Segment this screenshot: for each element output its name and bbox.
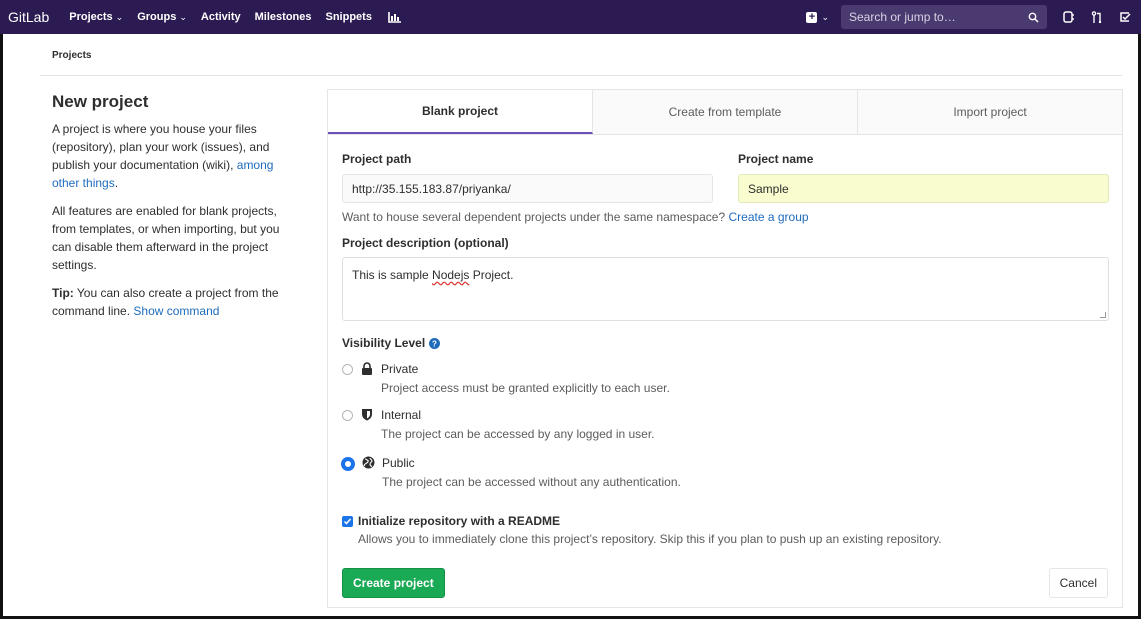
new-dropdown-button[interactable]: + ⌄	[806, 11, 829, 23]
resize-handle[interactable]	[1100, 312, 1106, 318]
visibility-option-private[interactable]: Private Project access must be granted e…	[342, 362, 670, 395]
readme-description: Allows you to immediately clone this pro…	[358, 532, 942, 546]
chart-icon[interactable]	[388, 11, 401, 23]
namespace-help-text: Want to house several dependent projects…	[342, 210, 726, 224]
create-project-button[interactable]: Create project	[342, 568, 445, 598]
intro-section: New project A project is where you house…	[52, 92, 302, 330]
search-placeholder: Search or jump to…	[849, 10, 956, 24]
project-path-field[interactable]: http://35.155.183.87/priyanka/	[342, 174, 713, 203]
visibility-level-label: Visibility Level	[342, 336, 426, 350]
cancel-button[interactable]: Cancel	[1048, 568, 1108, 598]
nav-activity[interactable]: Activity	[201, 11, 241, 23]
gitlab-logo[interactable]: GitLab	[8, 9, 49, 25]
create-group-link[interactable]: Create a group	[728, 210, 808, 224]
merge-request-icon[interactable]	[1085, 10, 1109, 24]
features-paragraph: All features are enabled for blank proje…	[52, 204, 280, 272]
chevron-down-icon: ⌄	[179, 11, 187, 22]
nav-groups-label: Groups	[137, 11, 177, 23]
nav-projects-label: Projects	[69, 11, 113, 23]
public-description: The project can be accessed without any …	[382, 475, 681, 489]
issues-icon[interactable]	[1057, 11, 1081, 23]
top-navbar: GitLab Projects ⌄ Groups ⌄ Activity Milest…	[0, 0, 1141, 34]
description-text-start: This is sample	[352, 268, 433, 282]
plus-square-icon: +	[806, 11, 818, 23]
nav-snippets[interactable]: Snippets	[326, 11, 372, 23]
nav-activity-label: Activity	[200, 11, 241, 23]
project-name-field[interactable]: Sample	[738, 174, 1109, 203]
tab-blank-project[interactable]: Blank project	[328, 90, 593, 134]
tab-import-project[interactable]: Import project	[858, 90, 1122, 134]
question-circle-icon[interactable]: ?	[429, 337, 441, 349]
chevron-down-icon: ⌄	[115, 11, 124, 22]
page-title: New project	[52, 92, 149, 111]
visibility-option-internal[interactable]: Internal The project can be accessed by …	[342, 408, 655, 441]
project-name-label: Project name	[738, 152, 814, 166]
public-radio[interactable]	[342, 458, 354, 470]
project-description-label: Project description (optional)	[342, 236, 509, 250]
public-title: Public	[382, 456, 415, 470]
namespace-help: Want to house several dependent projects…	[342, 210, 809, 224]
tip-label: Tip:	[52, 286, 74, 300]
internal-text: Internal The project can be accessed by …	[381, 408, 655, 441]
lock-icon	[360, 362, 374, 375]
tip-paragraph: Tip: You can also create a project from …	[52, 284, 302, 320]
breadcrumb-divider	[40, 75, 1122, 76]
readme-option[interactable]: Initialize repository with a README	[342, 514, 560, 528]
private-radio[interactable]	[342, 364, 353, 375]
nav-milestones-label: Milestones	[254, 11, 312, 23]
internal-description: The project can be accessed by any logge…	[381, 427, 655, 441]
shield-icon	[360, 408, 374, 421]
private-description: Project access must be granted explicitl…	[381, 381, 670, 395]
description-misspelled-word: Nodejs	[432, 268, 470, 282]
globe-icon	[361, 456, 375, 469]
project-path-label: Project path	[342, 152, 412, 166]
readme-checkbox[interactable]	[342, 515, 353, 527]
breadcrumb[interactable]: Projects	[52, 50, 91, 61]
nav-groups[interactable]: Groups ⌄	[137, 11, 187, 23]
project-tabs: Blank project Create from template Impor…	[328, 90, 1122, 135]
nav-projects[interactable]: Projects ⌄	[69, 11, 123, 23]
new-project-panel: Blank project Create from template Impor…	[327, 89, 1123, 608]
private-text: Private Project access must be granted e…	[381, 362, 670, 395]
project-description-textarea[interactable]: This is sample Nodejs Project.	[342, 257, 1109, 321]
todo-icon[interactable]	[1113, 11, 1137, 23]
search-icon	[1028, 12, 1039, 23]
nav-milestones[interactable]: Milestones	[255, 11, 312, 23]
intro-text-end: .	[114, 176, 119, 190]
description-text-end: Project.	[469, 268, 514, 282]
nav-snippets-label: Snippets	[325, 11, 372, 23]
intro-paragraph: A project is where you house your files …	[52, 120, 302, 192]
visibility-option-public[interactable]: Public The project can be accessed witho…	[342, 456, 681, 489]
show-command-link[interactable]: Show command	[133, 304, 219, 318]
navbar-right: + ⌄ Search or jump to…	[806, 0, 1141, 34]
tab-create-from-template[interactable]: Create from template	[593, 90, 858, 134]
search-input[interactable]: Search or jump to…	[841, 5, 1047, 29]
readme-label: Initialize repository with a README	[358, 514, 561, 528]
svg-text:?: ?	[432, 339, 437, 348]
private-title: Private	[381, 362, 419, 376]
chevron-down-icon: ⌄	[821, 11, 829, 22]
internal-title: Internal	[381, 408, 422, 422]
public-text: Public The project can be accessed witho…	[382, 456, 681, 489]
visibility-level-heading: Visibility Level ?	[342, 336, 441, 350]
internal-radio[interactable]	[342, 410, 353, 421]
